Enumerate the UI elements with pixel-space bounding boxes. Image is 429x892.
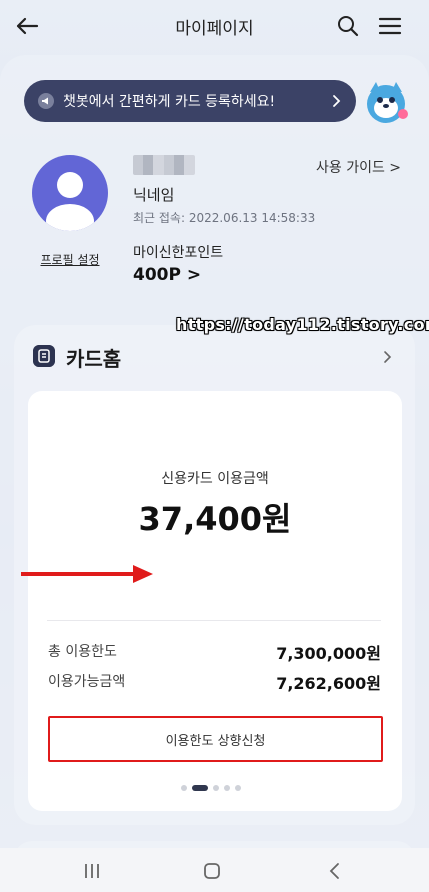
total-limit-value: 7,300,000원 [276,644,381,663]
chatbot-banner[interactable]: 챗봇에서 간편하게 카드 등록하세요! [24,80,356,122]
back-arrow-icon[interactable] [14,13,40,39]
nickname: 닉네임 [133,186,175,204]
hamburger-menu-icon[interactable] [378,14,402,38]
banner-text: 챗봇에서 간편하게 카드 등록하세요! [63,94,276,110]
home-icon[interactable] [203,862,221,880]
wallet-icon [33,345,55,367]
red-arrow-annotation [21,565,153,583]
search-icon[interactable] [336,14,360,38]
pager-dot[interactable] [224,785,230,791]
recent-apps-icon[interactable] [83,862,101,880]
pager-dot[interactable] [235,785,241,791]
pager-dots [181,785,241,791]
divider [47,620,381,621]
chatbot-mascot-icon[interactable] [360,74,412,126]
available-amount-value: 7,262,600원 [276,674,381,693]
page-title: 마이페이지 [175,18,254,39]
chevron-right-icon[interactable] [383,350,393,364]
masked-user-id [133,155,195,175]
user-icon [46,172,94,231]
pager-dot-active[interactable] [192,785,208,791]
last-login: 최근 접속: 2022.06.13 14:58:33 [133,211,316,225]
point-value[interactable]: 400P > [133,265,201,285]
total-limit-label: 총 이용한도 [48,644,117,660]
profile-setting-link[interactable]: 프로필 설정 [32,251,108,268]
avatar[interactable] [32,155,108,231]
pager-dot[interactable] [213,785,219,791]
limit-increase-button[interactable]: 이용한도 상향신청 [48,716,383,762]
available-amount-label: 이용가능금액 [48,674,126,690]
cardhome-title: 카드홈 [66,347,122,371]
watermark-text: https://today112.tistory.com [176,315,429,334]
chevron-right-icon [333,95,341,107]
back-icon[interactable] [328,862,342,880]
point-label: 마이신한포인트 [133,245,224,261]
amount-label: 신용카드 이용금액 [161,471,269,487]
usage-guide-link[interactable]: 사용 가이드 > [316,157,401,177]
pager-dot[interactable] [181,785,187,791]
megaphone-icon [38,93,54,109]
top-bar: 마이페이지 [0,0,429,52]
amount-value: 37,400원 [138,500,292,538]
